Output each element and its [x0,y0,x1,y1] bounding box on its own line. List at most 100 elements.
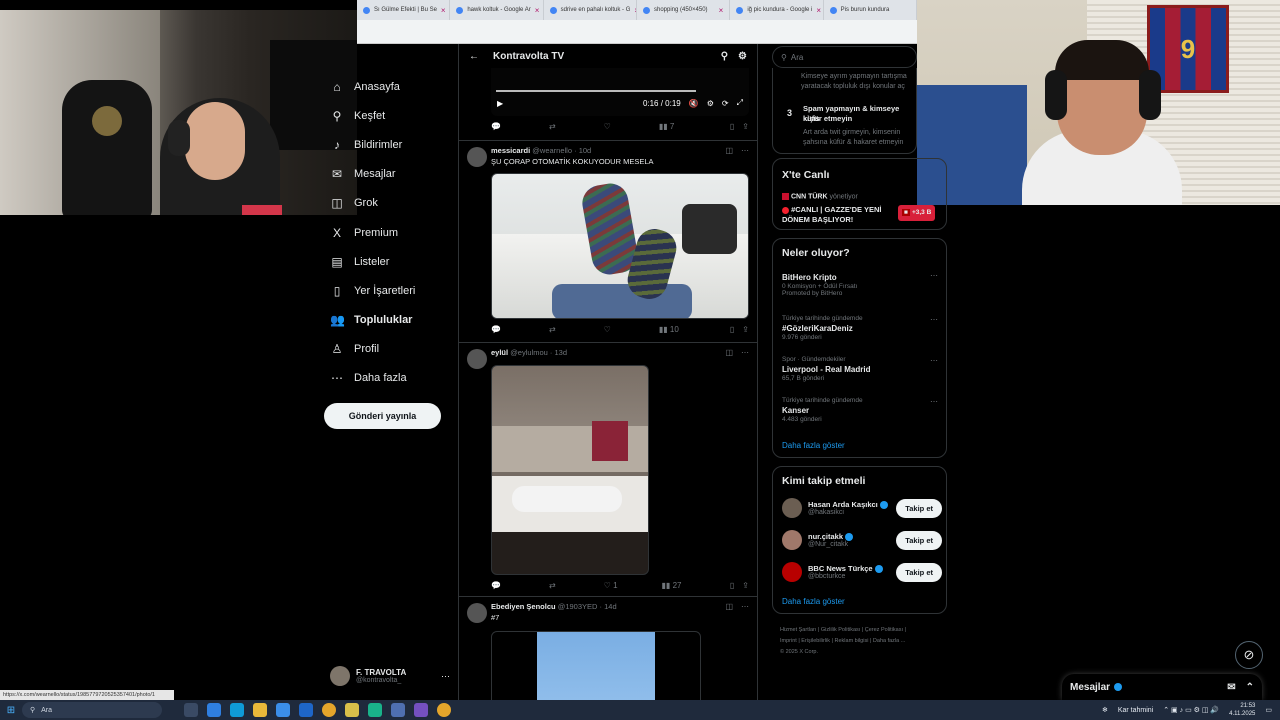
sidebar-item-messages[interactable]: ✉ Mesajlar [322,160,452,189]
search-input[interactable]: ⚲ Ara [772,46,917,68]
repost-icon[interactable]: ⇄ [549,325,556,334]
grok-float-button[interactable]: ⊘ [1235,641,1263,669]
more-dots-icon[interactable]: ⋯ [930,271,938,280]
more-dots-icon[interactable]: ⋯ [741,146,749,155]
search-icon[interactable]: ⚲ [721,51,728,62]
sidebar-item-explore[interactable]: ⚲ Keşfet [322,101,452,130]
more-dots-icon[interactable]: ⋯ [741,602,749,611]
repost-icon[interactable]: ⇄ [549,581,556,590]
tray-icons[interactable]: ⌃ ▣ ♪ ▭ ⚙ ◫ 🔊 [1163,706,1219,714]
taskbar-search[interactable]: ⚲ Ara [22,702,162,718]
trend-item[interactable]: Türkiye tarihinde gündemde #GözleriKaraD… [782,315,942,341]
settings-icon[interactable]: ⚙ [707,99,714,108]
reply-icon[interactable]: 💬 [491,122,501,131]
browser-tab[interactable]: hawk koltuk - Google Ar × [450,0,544,20]
footer-links[interactable]: Hizmet Şartları | Gizlilik Politikası | … [780,625,945,658]
notifications-icon[interactable]: ▭ [1265,706,1272,714]
like-icon[interactable]: ♡ 1 [604,581,618,590]
live-card[interactable]: X'te Canlı CNN TÜRK yönetiyor #CANLI | G… [772,158,947,230]
app-icon[interactable] [368,703,382,717]
video-progress-bar[interactable] [496,90,696,92]
post-image[interactable] [491,365,649,575]
bookmark-icon[interactable]: ▯ [730,581,734,590]
browser-tab[interactable]: sdrive en pahalı koltuk - G× [544,0,637,20]
like-icon[interactable]: ♡ [604,122,611,131]
more-dots-icon[interactable]: ⋯ [741,348,749,357]
sidebar-item-lists[interactable]: ▤ Listeler [322,247,452,276]
grok-icon[interactable]: ◫ [725,348,733,357]
edge-icon[interactable] [230,703,244,717]
follow-suggestion[interactable]: nur.çitakk @Nur_citakk Takip et [782,527,942,553]
views-icon[interactable]: ▮▮ 7 [659,122,674,131]
share-icon[interactable]: ⇪ [742,581,749,590]
sidebar-item-notifications[interactable]: ♪ Bildirimler [322,130,452,159]
bookmark-icon[interactable]: ▯ [730,325,734,334]
show-more-link[interactable]: Daha fazla göster [782,597,845,606]
discord-icon[interactable] [414,703,428,717]
trend-item[interactable]: Türkiye tarihinde gündemde Kanser 4.483 … [782,397,942,423]
store-icon[interactable] [276,703,290,717]
settings-icon[interactable]: ⚙ [738,51,747,62]
follow-suggestion[interactable]: Hasan Arda Kaşıkcı @hakasikci Takip et [782,495,942,521]
file-explorer-icon[interactable] [253,703,267,717]
like-icon[interactable]: ♡ [604,325,611,334]
post-button[interactable]: Gönderi yayınla [324,403,441,429]
follow-suggestion[interactable]: BBC News Türkçe @bbcturkce Takip et [782,559,942,585]
sidebar-item-premium[interactable]: X Premium [322,218,452,247]
chrome-icon[interactable] [322,703,336,717]
video-player[interactable]: ▶ 0:16 / 0:19 🔇 ⚙ ⟳ ⤢ [491,68,749,116]
close-tab-icon[interactable]: × [535,6,540,15]
post[interactable]: eylül @eylulmou · 13d ◫ ⋯ 💬 ⇄ ♡ 1 ▮▮ 27 … [459,342,757,596]
share-icon[interactable]: ⇪ [742,122,749,131]
bookmark-icon[interactable]: ▯ [730,122,734,131]
fullscreen-icon[interactable]: ⤢ [737,98,743,108]
browser-tab[interactable]: shopping (450×450) × [637,0,731,20]
weather-icon[interactable]: ❄ [1102,706,1108,714]
close-tab-icon[interactable]: × [441,6,446,15]
show-more-link[interactable]: Daha fazla göster [782,441,845,450]
task-view-icon[interactable] [184,703,198,717]
follow-button[interactable]: Takip et [896,562,942,582]
grok-icon[interactable]: ◫ [725,602,733,611]
loop-icon[interactable]: ⟳ [722,99,729,108]
mail-icon[interactable] [299,703,313,717]
back-arrow-icon[interactable]: ← [469,51,479,62]
sidebar-item-more[interactable]: ⋯ Daha fazla [322,364,452,393]
copilot-icon[interactable] [207,703,221,717]
more-dots-icon[interactable]: ⋯ [930,397,938,406]
more-dots-icon[interactable]: ⋯ [441,671,450,682]
views-icon[interactable]: ▮▮ 27 [662,581,682,590]
notes-icon[interactable] [345,703,359,717]
sidebar-item-communities[interactable]: 👥 Topluluklar [322,306,452,335]
app-icon[interactable] [391,703,405,717]
trend-item[interactable]: Spor · Gündemdekiler Liverpool - Real Ma… [782,356,942,382]
messages-drawer[interactable]: Mesajlar ✉ ⌃ [1062,674,1262,700]
expand-icon[interactable]: ⌃ [1246,682,1254,693]
clock[interactable]: 21:53 4.11.2025 [1229,702,1255,718]
sidebar-item-home[interactable]: ⌂ Anasayfa [322,72,452,101]
new-message-icon[interactable]: ✉ [1227,682,1235,693]
account-switcher[interactable]: F. TRAVOLTA @kontravolta_ ⋯ [330,666,450,686]
post[interactable]: messicardi @wearnello · 10d ◫ ⋯ ŞU ÇORAP… [459,140,757,342]
address-bar[interactable] [357,20,917,44]
mute-icon[interactable]: 🔇 [689,99,699,108]
more-dots-icon[interactable]: ⋯ [930,356,938,365]
browser-tab[interactable]: iğ pic kundura - Google i × [730,0,824,20]
post[interactable]: Ebediyen Şenolcu @1903YED · 14d ◫ ⋯ #7 [459,596,757,700]
sidebar-item-profile[interactable]: ♙ Profil [322,335,452,364]
play-icon[interactable]: ▶ [497,99,503,108]
close-tab-icon[interactable]: × [816,6,821,15]
share-icon[interactable]: ⇪ [742,325,749,334]
reply-icon[interactable]: 💬 [491,325,501,334]
grok-icon[interactable]: ◫ [725,146,733,155]
sidebar-item-grok[interactable]: ◫ Grok [322,189,452,218]
post-image[interactable] [491,631,701,700]
post-image[interactable] [491,173,749,319]
follow-button[interactable]: Takip et [896,530,942,550]
more-dots-icon[interactable]: ⋯ [930,315,938,324]
reply-icon[interactable]: 💬 [491,581,501,590]
trend-item[interactable]: BitHero Kripto 0 Komisyon + Ödül Fırsatı… [782,271,942,297]
close-tab-icon[interactable]: × [719,6,724,15]
sidebar-item-bookmarks[interactable]: ▯ Yer İşaretleri [322,276,452,305]
browser-tab[interactable]: Pis burun kundura [824,0,917,20]
